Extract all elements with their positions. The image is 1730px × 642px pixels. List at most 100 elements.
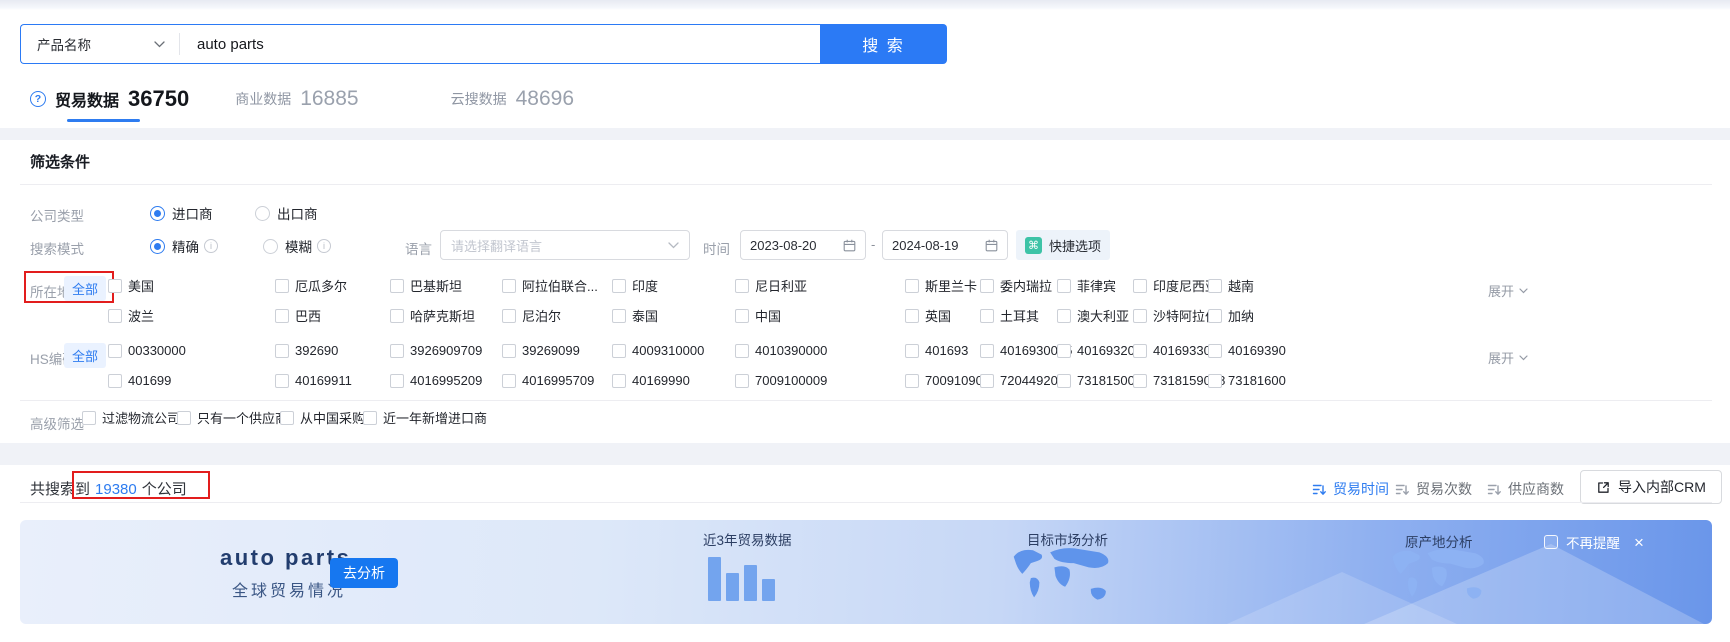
radio-exact[interactable]: 精确 i xyxy=(150,236,218,256)
hs-code-checkbox[interactable]: 39269099 xyxy=(502,343,580,358)
advanced-checkbox[interactable]: 从中国采购 xyxy=(280,408,365,427)
checkbox-icon[interactable] xyxy=(280,410,294,425)
sort-trade-time[interactable]: 贸易时间 xyxy=(1312,479,1389,499)
radio-exporter[interactable]: 出口商 xyxy=(255,203,318,223)
radio-importer[interactable]: 进口商 xyxy=(150,203,213,223)
question-circle-icon[interactable]: ? xyxy=(30,91,46,107)
tab-trade-data[interactable]: ? 贸易数据 36750 xyxy=(30,86,189,112)
hs-code-checkbox[interactable]: 73181600 xyxy=(1208,373,1286,388)
checkbox-icon[interactable] xyxy=(612,308,626,323)
hs-code-checkbox[interactable]: 00330000 xyxy=(108,343,186,358)
checkbox-icon[interactable] xyxy=(905,278,919,293)
region-checkbox[interactable]: 印度尼西亚 xyxy=(1133,276,1218,295)
hs-code-checkbox[interactable]: 40169320 xyxy=(1057,343,1135,358)
checkbox-icon[interactable] xyxy=(1208,343,1222,358)
region-expand-link[interactable]: 展开 xyxy=(1488,281,1528,300)
region-checkbox[interactable]: 菲律宾 xyxy=(1057,276,1116,295)
hs-code-checkbox[interactable]: 4010390000 xyxy=(735,343,827,358)
checkbox-icon[interactable] xyxy=(82,410,96,425)
region-checkbox[interactable]: 中国 xyxy=(735,306,781,325)
hs-expand-link[interactable]: 展开 xyxy=(1488,348,1528,367)
checkbox-icon[interactable] xyxy=(502,373,516,388)
region-checkbox[interactable]: 泰国 xyxy=(612,306,658,325)
dismiss-checkbox[interactable] xyxy=(1544,535,1558,549)
region-checkbox[interactable]: 加纳 xyxy=(1208,306,1254,325)
advanced-checkbox[interactable]: 过滤物流公司 xyxy=(82,408,180,427)
hs-code-checkbox[interactable]: 4016995209 xyxy=(390,373,482,388)
hs-code-checkbox[interactable]: 40169390 xyxy=(1208,343,1286,358)
radio-unselected-icon[interactable] xyxy=(255,205,270,221)
radio-fuzzy[interactable]: 模糊 i xyxy=(263,236,331,256)
checkbox-icon[interactable] xyxy=(275,373,289,388)
checkbox-icon[interactable] xyxy=(1057,373,1071,388)
checkbox-icon[interactable] xyxy=(108,278,122,293)
region-checkbox[interactable]: 澳大利亚 xyxy=(1057,306,1129,325)
region-checkbox[interactable]: 美国 xyxy=(108,276,154,295)
checkbox-icon[interactable] xyxy=(1057,278,1071,293)
region-checkbox[interactable]: 厄瓜多尔 xyxy=(275,276,347,295)
checkbox-icon[interactable] xyxy=(1133,308,1147,323)
region-checkbox[interactable]: 尼日利亚 xyxy=(735,276,807,295)
checkbox-icon[interactable] xyxy=(108,373,122,388)
hs-code-checkbox[interactable]: 401693 xyxy=(905,343,968,358)
radio-selected-icon[interactable] xyxy=(150,238,165,254)
checkbox-icon[interactable] xyxy=(735,308,749,323)
info-icon[interactable]: i xyxy=(204,239,218,253)
checkbox-icon[interactable] xyxy=(980,343,994,358)
checkbox-icon[interactable] xyxy=(275,308,289,323)
region-checkbox[interactable]: 委内瑞拉 xyxy=(980,276,1052,295)
checkbox-icon[interactable] xyxy=(1208,308,1222,323)
checkbox-icon[interactable] xyxy=(108,308,122,323)
hs-code-checkbox[interactable]: 72044920 xyxy=(980,373,1058,388)
checkbox-icon[interactable] xyxy=(390,278,404,293)
checkbox-icon[interactable] xyxy=(905,308,919,323)
checkbox-icon[interactable] xyxy=(980,373,994,388)
search-button[interactable]: 搜 索 xyxy=(820,24,947,64)
checkbox-icon[interactable] xyxy=(905,373,919,388)
start-date-picker[interactable]: 2023-08-20 xyxy=(740,230,866,260)
checkbox-icon[interactable] xyxy=(1133,343,1147,358)
analyze-button[interactable]: 去分析 xyxy=(330,558,398,588)
radio-unselected-icon[interactable] xyxy=(263,238,278,254)
checkbox-icon[interactable] xyxy=(980,308,994,323)
hs-code-checkbox[interactable]: 73181500 xyxy=(1057,373,1135,388)
language-select[interactable]: 请选择翻译语言 xyxy=(440,230,690,260)
checkbox-icon[interactable] xyxy=(735,278,749,293)
region-checkbox[interactable]: 土耳其 xyxy=(980,306,1039,325)
checkbox-icon[interactable] xyxy=(735,373,749,388)
hs-code-checkbox[interactable]: 3926909709 xyxy=(390,343,482,358)
checkbox-icon[interactable] xyxy=(1057,343,1071,358)
checkbox-icon[interactable] xyxy=(1057,308,1071,323)
checkbox-icon[interactable] xyxy=(390,343,404,358)
region-checkbox[interactable]: 哈萨克斯坦 xyxy=(390,306,475,325)
checkbox-icon[interactable] xyxy=(390,373,404,388)
checkbox-icon[interactable] xyxy=(612,278,626,293)
checkbox-icon[interactable] xyxy=(1208,278,1222,293)
advanced-checkbox[interactable]: 只有一个供应商 xyxy=(177,408,288,427)
hs-code-checkbox[interactable]: 7009100009 xyxy=(735,373,827,388)
checkbox-icon[interactable] xyxy=(612,343,626,358)
hs-code-checkbox[interactable]: 4016995709 xyxy=(502,373,594,388)
checkbox-icon[interactable] xyxy=(502,278,516,293)
region-checkbox[interactable]: 斯里兰卡 xyxy=(905,276,977,295)
checkbox-icon[interactable] xyxy=(1208,373,1222,388)
tab-cloud-data[interactable]: 云搜数据 48696 xyxy=(451,87,574,111)
hs-code-checkbox[interactable]: 40169911 xyxy=(275,373,352,388)
search-category-select[interactable]: 产品名称 xyxy=(21,34,179,54)
checkbox-icon[interactable] xyxy=(1133,373,1147,388)
sort-trade-count[interactable]: 贸易次数 xyxy=(1395,479,1472,499)
quick-options-button[interactable]: ⌘ 快捷选项 xyxy=(1016,230,1111,260)
checkbox-icon[interactable] xyxy=(502,343,516,358)
tab-business-data[interactable]: 商业数据 16885 xyxy=(235,87,358,111)
checkbox-icon[interactable] xyxy=(108,343,122,358)
region-checkbox[interactable]: 巴西 xyxy=(275,306,321,325)
checkbox-icon[interactable] xyxy=(177,410,191,425)
checkbox-icon[interactable] xyxy=(390,308,404,323)
region-checkbox[interactable]: 英国 xyxy=(905,306,951,325)
hs-code-checkbox[interactable]: 40169330 xyxy=(1133,343,1211,358)
hs-code-checkbox[interactable]: 392690 xyxy=(275,343,338,358)
checkbox-icon[interactable] xyxy=(275,343,289,358)
region-checkbox[interactable]: 尼泊尔 xyxy=(502,306,561,325)
region-checkbox[interactable]: 波兰 xyxy=(108,306,154,325)
end-date-picker[interactable]: 2024-08-19 xyxy=(882,230,1008,260)
